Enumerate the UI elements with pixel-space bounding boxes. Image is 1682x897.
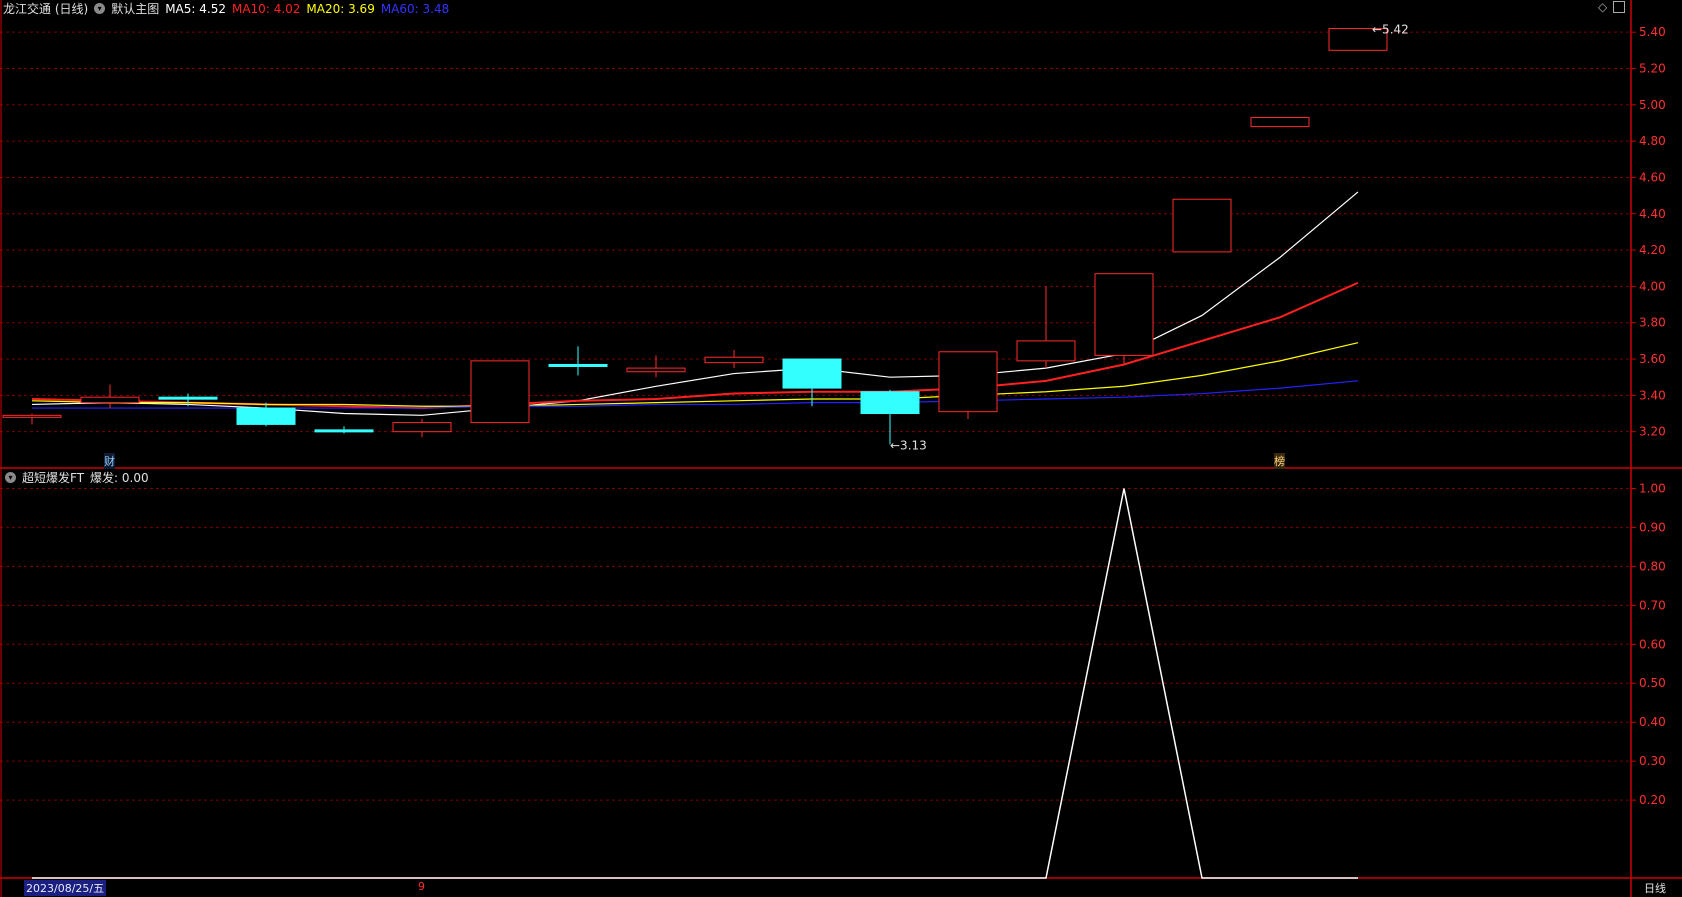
ma10-value: 4.02 — [273, 1, 301, 16]
series-line-ma10 — [31, 281, 1359, 410]
candle — [1250, 117, 1310, 128]
candlestick-series — [2, 28, 1388, 445]
y-tick-label: 5.00 — [1639, 98, 1666, 112]
ma5-name: MA5 — [165, 1, 192, 16]
stock-title: 龙江交通 (日线) — [3, 2, 89, 16]
ma5-legend: MA5: 4.52 — [165, 1, 226, 16]
ma5-value: 4.52 — [199, 1, 226, 16]
candle-body — [860, 391, 920, 415]
candle — [938, 351, 998, 419]
y-tick-label: 4.20 — [1639, 243, 1666, 257]
candle-body — [2, 414, 62, 418]
moving-average-lines — [31, 191, 1359, 416]
y-tick-label: 3.60 — [1639, 352, 1666, 366]
candle-body — [392, 422, 452, 433]
candle — [704, 349, 764, 369]
main-chart-legend: 龙江交通 (日线) ▾ 默认主图 MA5: 4.52 MA10: 4.02 MA… — [3, 0, 449, 17]
y-tick-label: 0.70 — [1639, 598, 1666, 612]
candle — [626, 355, 686, 378]
candle-body — [80, 396, 140, 404]
ma60-value: 3.48 — [422, 1, 450, 16]
ma20-legend: MA20: 3.69 — [306, 1, 375, 16]
ma10-name: MA10 — [231, 1, 266, 16]
candle — [2, 413, 62, 425]
indicator-title: 超短爆发FT — [22, 471, 85, 485]
y-tick-label: 3.40 — [1639, 388, 1666, 402]
candle-body — [314, 429, 374, 433]
candle-body — [470, 360, 530, 424]
y-tick-label: 0.80 — [1639, 559, 1666, 573]
candle-body — [158, 396, 218, 400]
y-tick-label: 0.50 — [1639, 676, 1666, 690]
y-tick-label: 4.00 — [1639, 279, 1666, 293]
y-tick-label: 5.40 — [1639, 25, 1666, 39]
candle — [860, 389, 920, 445]
y-tick-label: 0.20 — [1639, 793, 1666, 807]
candle — [548, 346, 608, 376]
candle-body — [704, 356, 764, 364]
y-axis: 3.20 3.40 3.60 3.80 4.00 4.20 4.40 4.60 4.80 5.00… — [1631, 25, 1666, 807]
candle-body — [1250, 117, 1310, 128]
panel-toggle-icon[interactable] — [1613, 1, 1625, 13]
candle-body — [1016, 340, 1076, 362]
indicator-legend: ▾ 超短爆发FT 爆发: 0.00 — [5, 469, 149, 486]
y-tick-label: 1.00 — [1639, 481, 1666, 495]
y-tick-label: 3.80 — [1639, 316, 1666, 330]
ma20-name: MA20 — [306, 1, 341, 16]
candle-body — [1094, 273, 1154, 356]
ma60-legend: MA60: 3.48 — [380, 1, 450, 16]
y-tick-label: 3.20 — [1639, 425, 1666, 439]
candle-body — [236, 407, 296, 425]
main-chart-label: 默认主图 — [111, 2, 160, 16]
indicator-value: 爆发: 0.00 — [90, 471, 149, 485]
candle-body — [1172, 198, 1232, 253]
chart-menu-icon[interactable]: ▾ — [94, 3, 106, 14]
y-tick-label: 5.20 — [1639, 61, 1666, 75]
y-tick-label: 4.60 — [1639, 170, 1666, 184]
candle — [314, 426, 374, 434]
candle-body — [782, 358, 842, 389]
price-annotation: ←3.13 — [890, 438, 927, 452]
price-annotation: ←5.42 — [1372, 23, 1409, 37]
chart-canvas: 3.20 3.40 3.60 3.80 4.00 4.20 4.40 4.60 4.80 5.00… — [0, 0, 1682, 897]
candle — [470, 360, 530, 424]
candle-body — [626, 367, 686, 373]
candle — [392, 418, 452, 438]
period-label[interactable]: 日线 — [1644, 880, 1666, 896]
bottom-marker: 9 — [418, 880, 425, 893]
y-tick-label: 4.40 — [1639, 207, 1666, 221]
ma60-name: MA60 — [380, 1, 415, 16]
ranking-marker[interactable]: 榜 — [1274, 453, 1285, 469]
frame-layer — [0, 0, 1682, 897]
y-tick-label: 0.90 — [1639, 520, 1666, 534]
candle — [236, 402, 296, 427]
y-tick-label: 0.60 — [1639, 637, 1666, 651]
candle-body — [548, 363, 608, 367]
candle — [1016, 286, 1076, 369]
y-tick-label: 4.80 — [1639, 134, 1666, 148]
start-date-label: 2023/08/25/五 — [24, 880, 107, 896]
ma10-legend: MA10: 4.02 — [231, 1, 301, 16]
candle — [1094, 273, 1154, 365]
diamond-icon[interactable]: ◇ — [1598, 0, 1607, 14]
y-tick-label: 0.40 — [1639, 715, 1666, 729]
y-tick-label: 0.30 — [1639, 754, 1666, 768]
indicator-menu-icon[interactable]: ▾ — [5, 472, 16, 483]
finance-marker[interactable]: 财 — [104, 453, 115, 469]
candle — [1172, 198, 1232, 253]
ma20-value: 3.69 — [348, 1, 375, 16]
candle-body — [938, 351, 998, 413]
candle — [80, 384, 140, 409]
